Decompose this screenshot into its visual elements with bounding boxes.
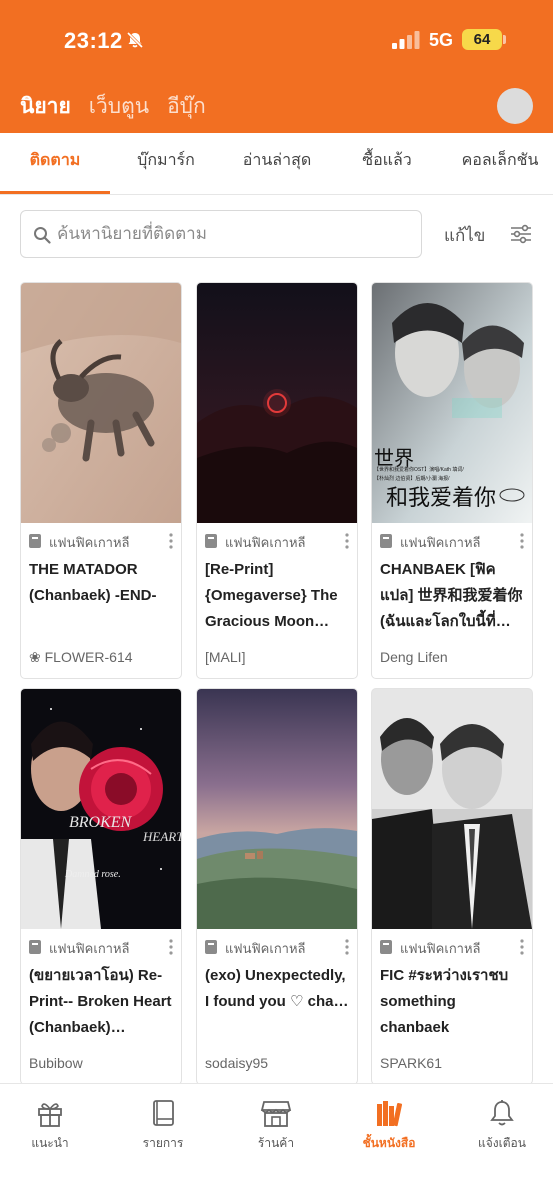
nav-bookshelf[interactable]: ชั้นหนังสือ — [339, 1098, 439, 1153]
category-label: แฟนฟิคเกาหลี — [49, 941, 130, 956]
search-box[interactable] — [20, 210, 422, 258]
tab-collection[interactable]: คอลเล็กชัน — [447, 133, 553, 194]
cover-text: 和我爱着你 — [386, 486, 496, 511]
novel-card[interactable]: แฟนฟิคเกาหลี THE MATADOR (Chanbaek) -END… — [20, 282, 182, 679]
novel-card[interactable]: 【世界和我爱着你OST】演唱/Kath 填词/ 【朴灿烈 边伯贤】后期/小瀾 海… — [371, 282, 533, 679]
more-vertical-icon[interactable] — [169, 939, 173, 955]
more-vertical-icon[interactable] — [520, 533, 524, 549]
novel-title: FIC #ระหว่างเราชบ something chanbaek — [380, 967, 509, 1036]
novel-title: (exo) Unexpectedly, I found you ♡ cha… — [205, 967, 349, 1010]
nav-notifications[interactable]: แจ้งเตือน — [452, 1098, 552, 1153]
status-bar: 23:12 5G 64 — [0, 0, 553, 80]
cover-image — [197, 689, 357, 929]
novel-card[interactable]: BROKEN HEART Damned rose. แฟนฟิคเกาหลี (… — [20, 688, 182, 1085]
edit-button[interactable]: แก้ไข — [444, 222, 485, 249]
cover-text: Damned rose. — [64, 869, 121, 880]
nav-label: ชั้นหนังสือ — [362, 1136, 416, 1150]
more-vertical-icon[interactable] — [345, 533, 349, 549]
bottom-nav: แนะนำ รายการ ร้านค้า ชั้นหนังสือ แจ้งเตื… — [0, 1083, 553, 1200]
author-name: sodaisy95 — [205, 1055, 269, 1071]
tab-following[interactable]: ติดตาม — [0, 133, 110, 194]
nav-store[interactable]: ร้านค้า — [226, 1098, 326, 1153]
more-vertical-icon[interactable] — [520, 939, 524, 955]
more-vertical-icon[interactable] — [169, 533, 173, 549]
cover-text: HEART — [142, 829, 181, 844]
filter-icon[interactable] — [509, 222, 533, 246]
app-header: 23:12 5G 64 นิยาย เว็บตูน อีบุ๊ก — [0, 0, 553, 133]
book-icon — [205, 940, 217, 954]
author-name: Deng Lifen — [380, 649, 448, 665]
signal-icon — [392, 31, 420, 49]
gift-icon — [38, 1103, 62, 1127]
author-name: ❀ FLOWER-614 — [29, 649, 133, 665]
category-label: แฟนฟิคเกาหลี — [400, 941, 481, 956]
avatar[interactable] — [497, 88, 533, 124]
bell-icon — [490, 1100, 514, 1126]
book-icon — [380, 534, 392, 548]
author-name: Bubibow — [29, 1055, 83, 1071]
category-label: แฟนฟิคเกาหลี — [225, 535, 306, 550]
tab-recent[interactable]: อ่านล่าสุด — [222, 133, 332, 194]
network-type: 5G — [429, 30, 454, 50]
tab-purchased[interactable]: ซื้อแล้ว — [332, 133, 442, 194]
bookshelf-icon — [377, 1101, 403, 1127]
book-icon — [29, 940, 41, 954]
novel-card[interactable]: แฟนฟิคเกาหลี (exo) Unexpectedly, I found… — [196, 688, 358, 1085]
nav-label: ร้านค้า — [257, 1136, 295, 1150]
search-icon — [34, 227, 51, 244]
nav-recommend[interactable]: แนะนำ — [0, 1098, 100, 1153]
novel-title: (ขยายเวลาโอน) Re-Print-- Broken Heart (C… — [29, 967, 172, 1036]
store-icon — [260, 1101, 292, 1127]
cover-image: 【世界和我爱着你OST】演唱/Kath 填词/ 【朴灿烈 边伯贤】后期/小瀾 海… — [372, 283, 532, 523]
book-icon — [205, 534, 217, 548]
battery-indicator: 64 — [462, 29, 502, 50]
active-tab-indicator — [0, 191, 110, 194]
list-book-icon — [153, 1100, 174, 1126]
nav-ebook[interactable]: อีบุ๊ก — [167, 90, 206, 123]
nav-label: รายการ — [142, 1136, 184, 1150]
nav-list[interactable]: รายการ — [113, 1098, 213, 1153]
category-label: แฟนฟิคเกาหลี — [400, 535, 481, 550]
novel-card[interactable]: แฟนฟิคเกาหลี [Re-Print] {Omegaverse} The… — [196, 282, 358, 679]
category-label: แฟนฟิคเกาหลี — [225, 941, 306, 956]
nav-novel[interactable]: นิยาย — [20, 90, 71, 123]
cover-image: BROKEN HEART Damned rose. — [21, 689, 181, 929]
search-input[interactable] — [57, 219, 412, 249]
category-label: แฟนฟิคเกาหลี — [49, 535, 130, 550]
tab-bookmarks[interactable]: บุ๊กมาร์ก — [110, 133, 222, 194]
author-name: [MALI] — [205, 649, 246, 665]
bell-off-icon — [126, 31, 144, 49]
author-name: SPARK61 — [380, 1055, 442, 1071]
book-icon — [29, 534, 41, 548]
status-time: 23:12 — [64, 28, 123, 53]
novel-title: CHANBAEK [ฟิคแปล] 世界和我爱着你 (ฉันและโลกใบนี… — [380, 561, 523, 630]
cover-image — [197, 283, 357, 523]
cover-text: 世界 — [374, 446, 414, 470]
more-vertical-icon[interactable] — [345, 939, 349, 955]
shelf-tabs: ติดตาม บุ๊กมาร์ก อ่านล่าสุด ซื้อแล้ว คอล… — [0, 133, 553, 195]
cover-image — [372, 689, 532, 929]
nav-webtoon[interactable]: เว็บตูน — [89, 90, 149, 123]
cover-image — [21, 283, 181, 523]
battery-tip — [503, 35, 506, 44]
novel-title: THE MATADOR (Chanbaek) -END- — [29, 561, 157, 604]
nav-label: แจ้งเตือน — [478, 1136, 526, 1150]
cover-text: 【朴灿烈 边伯贤】后期/小瀾 海报/ — [374, 475, 450, 482]
book-icon — [380, 940, 392, 954]
cover-text: BROKEN — [69, 814, 133, 831]
content-type-nav: นิยาย เว็บตูน อีบุ๊ก — [20, 90, 206, 122]
novel-title: [Re-Print] {Omegaverse} The Gracious Moo… — [205, 561, 338, 630]
nav-label: แนะนำ — [31, 1136, 69, 1150]
novel-card[interactable]: แฟนฟิคเกาหลี FIC #ระหว่างเราชบ something… — [371, 688, 533, 1085]
